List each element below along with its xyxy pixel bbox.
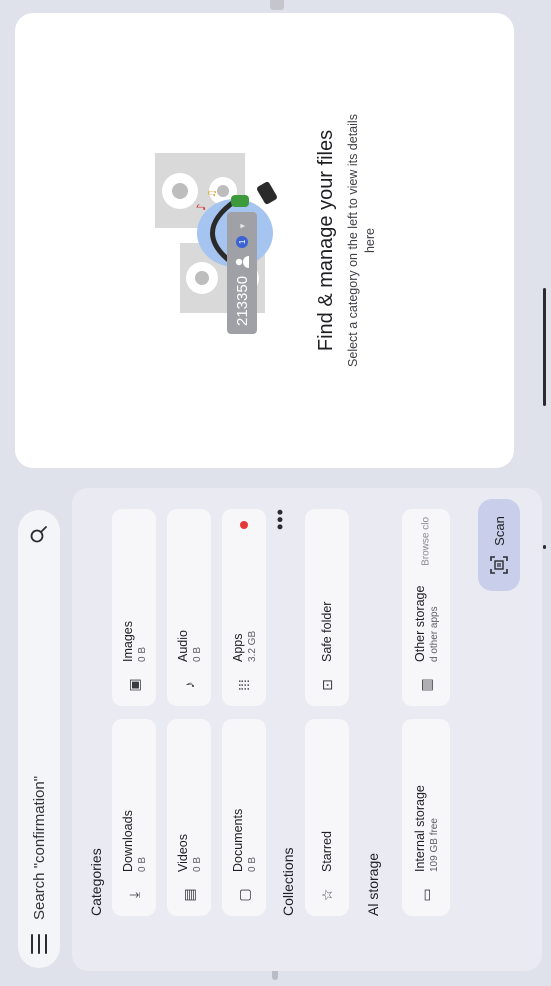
storage-note: d other apps [428,606,440,662]
download-icon: ⤓ [125,891,142,899]
storage-other[interactable]: ▥ Other storage d other apps Browse clo [402,509,450,706]
categories-title: Categories [88,848,104,916]
scan-label: Scan [491,516,507,546]
menu-icon[interactable] [31,934,47,954]
document-icon: ▢ [235,888,252,902]
person-icon [235,255,249,268]
category-size: 0 B [191,856,203,872]
storage-label: Internal storage [412,785,427,872]
category-apps[interactable]: ⁞⁞⁞ Apps 3.2 GB [222,509,266,706]
collections-title: Collections [280,847,296,916]
collection-safe-folder[interactable]: ⊡ Safe folder [305,509,349,706]
account-id: 213350 [233,275,251,326]
search-bar[interactable]: Search "confirmation" [18,510,60,968]
image-icon: ▣ [125,678,142,692]
music-note-icon: ♪ [181,681,197,689]
storage-label: Other storage [412,585,427,662]
lock-icon: ⊡ [318,679,335,691]
scan-icon [490,556,508,574]
collection-starred[interactable]: ☆ Starred [305,719,349,916]
video-icon: ▤ [180,888,197,902]
more-options-icon[interactable]: ••• [270,508,291,530]
category-size: 0 B [136,646,148,662]
category-size: 0 B [136,856,148,872]
collection-label: Safe folder [320,601,334,662]
category-videos[interactable]: ▤ Videos 0 B [167,719,211,916]
update-badge [240,521,248,529]
category-label: Audio [175,630,190,662]
search-icon[interactable] [29,524,49,544]
storage-internal[interactable]: ▭ Internal storage 109 GB free [402,719,450,916]
category-label: Documents [230,808,245,872]
svg-text:♫: ♫ [207,189,218,198]
music-listener-illustration: ♪ ♫ [155,153,277,313]
category-label: Images [120,621,135,662]
category-label: Videos [175,834,190,872]
category-audio[interactable]: ♪ Audio 0 B [167,509,211,706]
search-input[interactable]: Search "confirmation" [31,544,48,920]
apps-grid-icon: ⁞⁞⁞ [236,679,252,691]
notification-count: 1 [236,235,248,248]
scan-button[interactable]: Scan [478,499,520,591]
app-window: Search "confirmation" Categories ⤓ Downl… [0,0,551,986]
category-size: 0 B [246,856,258,872]
home-indicator[interactable] [543,288,546,406]
category-size: 0 B [191,646,203,662]
empty-state-title: Find & manage your files [315,129,337,352]
category-label: Apps [230,633,245,663]
category-downloads[interactable]: ⤓ Downloads 0 B [112,719,156,916]
category-documents[interactable]: ▢ Documents 0 B [222,719,266,916]
category-images[interactable]: ▣ Images 0 B [112,509,156,706]
chevron-down-icon: ▼ [237,222,247,230]
storage-title: Al storage [365,852,381,916]
panel-divider-dot [543,545,546,549]
svg-text:♪: ♪ [194,203,208,211]
edge-tab[interactable] [270,0,284,10]
category-size: 3.2 GB [246,630,258,662]
star-icon: ☆ [318,888,335,902]
empty-state-description: Select a category on the left to view it… [346,114,377,367]
collection-label: Starred [320,831,334,872]
storage-icon: ▭ [417,888,434,902]
other-storage-icon: ▥ [417,678,434,692]
details-panel: ♪ ♫ Find & manage your files Select a ca… [15,13,514,468]
storage-free: 109 GB free [428,818,440,872]
account-chip[interactable]: 213350 1 ▼ [227,212,257,334]
browse-link[interactable]: Browse clo [421,517,432,566]
category-label: Downloads [120,810,135,872]
